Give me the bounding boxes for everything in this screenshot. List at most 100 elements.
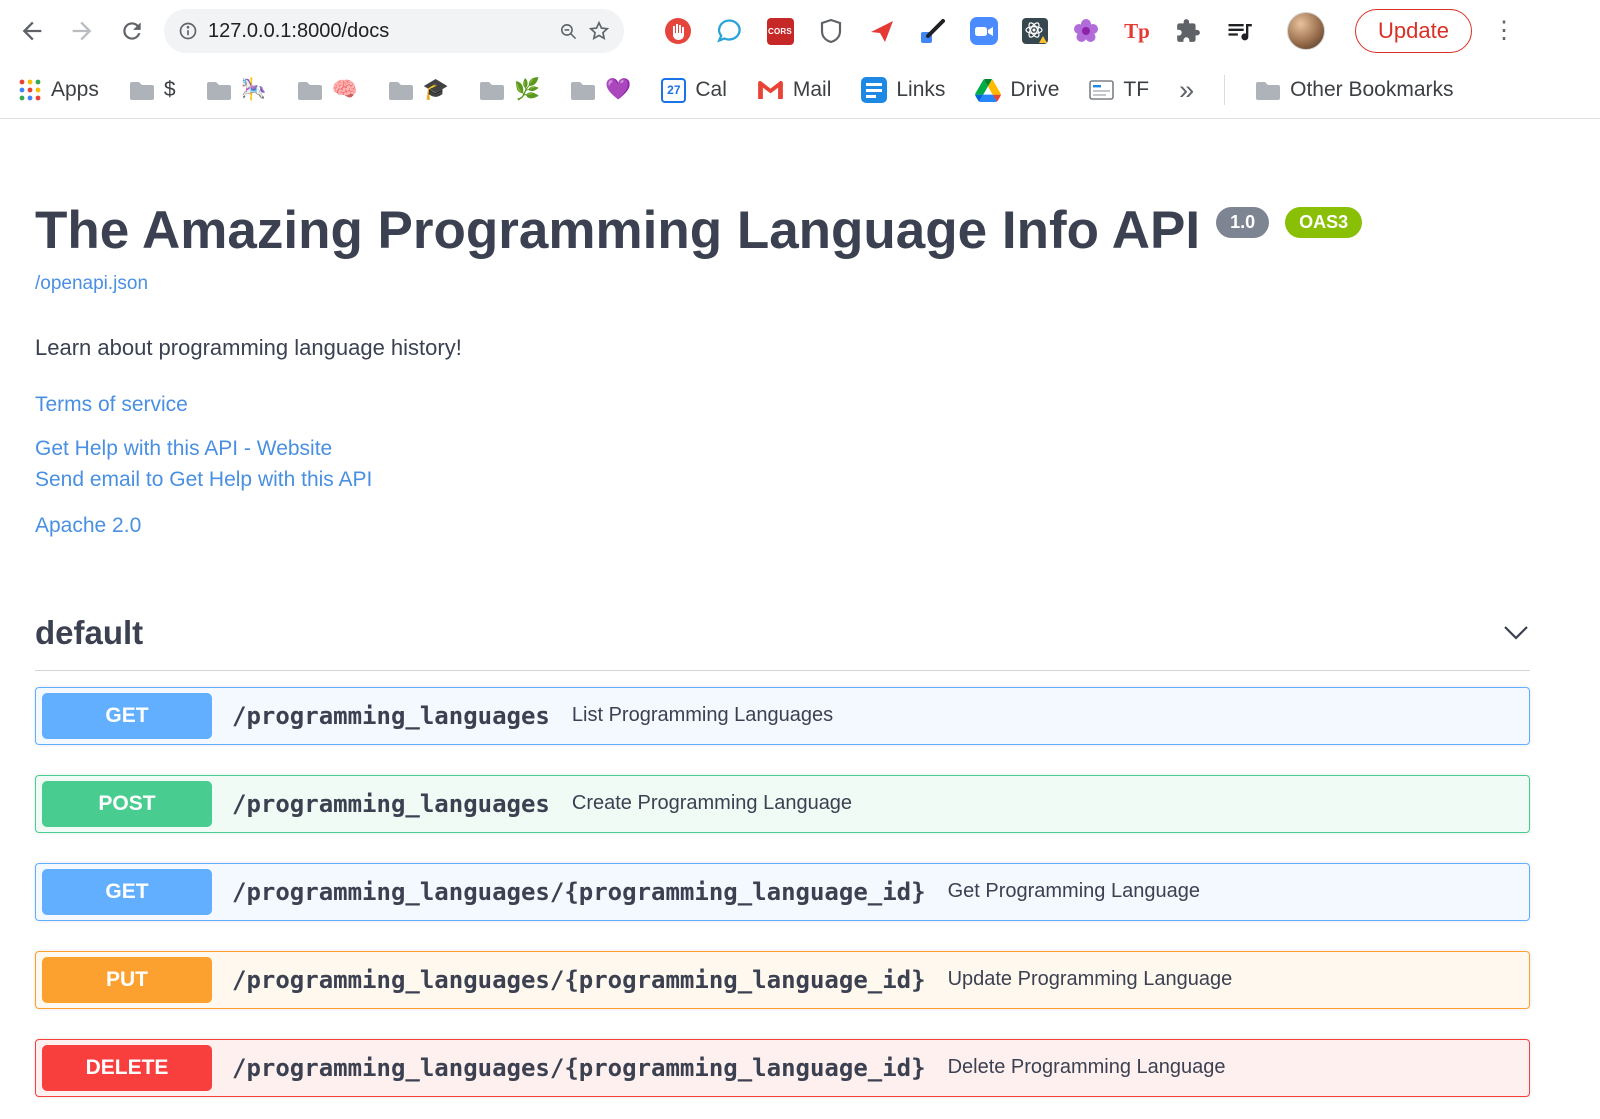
bookmark-label: TF (1123, 78, 1150, 101)
api-description: Learn about programming language history… (35, 334, 462, 360)
site-info-icon[interactable] (178, 21, 198, 41)
page-title: The Amazing Programming Language Info AP… (35, 201, 1201, 260)
bookmark-label: 🎓 (422, 78, 450, 101)
bookmark-label: Mail (792, 78, 832, 101)
profile-avatar[interactable] (1287, 12, 1325, 50)
stop-hand-icon[interactable] (664, 17, 692, 45)
bookmark-label: 🧠 (331, 78, 358, 101)
method-badge: DELETE (42, 1044, 212, 1091)
folder-icon (480, 81, 505, 100)
endpoint-path[interactable]: /programming_languages/{programming_lang… (232, 1054, 926, 1082)
endpoint-row-list[interactable]: GET /programming_languages List Programm… (35, 686, 1530, 745)
endpoint-summary: Get Programming Language (947, 880, 1200, 903)
endpoint-path[interactable]: /programming_languages/{programming_lang… (232, 966, 926, 994)
extensions-puzzle-icon[interactable] (1174, 17, 1202, 45)
endpoint-summary: Update Programming Language (947, 968, 1233, 991)
forward-icon (72, 21, 92, 41)
bookmark-folder-money[interactable]: $ (129, 78, 176, 102)
media-queue-icon[interactable] (1225, 17, 1253, 45)
endpoint-row-get-one[interactable]: GET /programming_languages/{programming_… (35, 862, 1530, 921)
section-title: default (35, 613, 144, 651)
bookmark-mail[interactable]: Mail (757, 78, 832, 102)
bookmark-folder-herb[interactable]: 🌿 (479, 78, 540, 102)
endpoint-summary: Create Programming Language (571, 792, 853, 815)
atom-warning-icon[interactable] (1021, 17, 1049, 45)
folder-icon (1256, 81, 1281, 100)
license-link[interactable]: Apache 2.0 (35, 514, 141, 538)
help-website-link[interactable]: Get Help with this API - Website (35, 437, 332, 461)
tp-label: Tp (1124, 18, 1150, 43)
bookmark-folder-carousel[interactable]: 🎠 (206, 78, 267, 102)
folder-icon (388, 81, 413, 100)
bookmark-label: 💜 (605, 78, 632, 101)
bookmark-tf[interactable]: TF (1089, 78, 1149, 102)
zoom-icon[interactable] (559, 22, 578, 41)
bookmark-folder-school[interactable]: 🎓 (388, 78, 449, 102)
bookmark-folder-heart[interactable]: 💜 (570, 78, 631, 102)
url-text: 127.0.0.1:8000/docs (208, 19, 390, 42)
bookmark-label: Cal (695, 78, 727, 101)
apps-grid-icon (19, 79, 41, 101)
browser-menu-kebab-icon[interactable]: ⋮ (1492, 19, 1516, 43)
bookmark-label: Links (896, 78, 946, 101)
bookmark-label: 🎠 (240, 78, 267, 101)
endpoint-summary: List Programming Languages (571, 704, 834, 727)
bookmark-label: $ (163, 78, 176, 101)
endpoint-path[interactable]: /programming_languages (232, 702, 550, 730)
bookmarks-overflow-chevron[interactable]: » (1179, 75, 1194, 106)
bookmark-apps[interactable]: Apps (18, 78, 99, 102)
purple-flower-icon[interactable] (1072, 17, 1100, 45)
folder-icon (297, 81, 322, 100)
bookmark-label: Drive (1010, 78, 1060, 101)
other-bookmarks[interactable]: Other Bookmarks (1255, 78, 1454, 102)
cors-extension-icon[interactable]: CORS (766, 17, 794, 45)
api-title-row: The Amazing Programming Language Info AP… (35, 203, 1530, 259)
bookmark-label: Apps (51, 78, 99, 101)
update-button[interactable]: Update (1355, 9, 1472, 53)
forward-button[interactable] (64, 13, 100, 49)
tf-doc-icon (1089, 80, 1115, 100)
bookmark-folder-brain[interactable]: 🧠 (297, 78, 358, 102)
zoom-camera-icon[interactable] (970, 17, 998, 45)
links-icon (861, 77, 888, 103)
bookmark-star-icon[interactable] (588, 20, 610, 42)
drive-icon (975, 78, 1002, 102)
folder-icon (129, 81, 154, 100)
shield-icon[interactable] (817, 17, 845, 45)
endpoint-row-update[interactable]: PUT /programming_languages/{programming_… (35, 950, 1530, 1009)
chat-bubble-icon[interactable] (715, 17, 743, 45)
bookmark-links[interactable]: Links (861, 77, 945, 103)
help-email-link[interactable]: Send email to Get Help with this API (35, 468, 372, 492)
collapse-chevron-icon[interactable] (1502, 624, 1530, 642)
refresh-button[interactable] (114, 13, 150, 49)
endpoint-path[interactable]: /programming_languages (232, 790, 550, 818)
refresh-icon (123, 22, 141, 40)
endpoint-row-create[interactable]: POST /programming_languages Create Progr… (35, 774, 1530, 833)
back-button[interactable] (14, 13, 50, 49)
operations-list: GET /programming_languages List Programm… (35, 686, 1530, 1097)
oas3-badge: OAS3 (1285, 207, 1363, 238)
folder-icon (571, 81, 596, 100)
folder-icon (206, 81, 231, 100)
back-icon (22, 21, 42, 41)
terms-of-service-link[interactable]: Terms of service (35, 393, 188, 417)
bookmark-calendar[interactable]: 27 Cal (661, 77, 727, 103)
tampermonkey-icon[interactable]: Tp (1123, 17, 1151, 45)
endpoint-path[interactable]: /programming_languages/{programming_lang… (232, 878, 926, 906)
cors-label: CORS (766, 17, 794, 45)
method-badge: POST (42, 780, 212, 827)
extensions-strip: CORS Tp (664, 17, 1253, 45)
endpoint-row-delete[interactable]: DELETE /programming_languages/{programmi… (35, 1038, 1530, 1097)
calendar-icon: 27 (661, 77, 687, 103)
bookmark-label: 🌿 (514, 78, 541, 101)
default-section-header[interactable]: default (35, 614, 1530, 671)
openapi-json-link[interactable]: /openapi.json (35, 273, 1530, 295)
bookmark-label: Other Bookmarks (1290, 78, 1454, 101)
bookmark-drive[interactable]: Drive (975, 78, 1059, 102)
red-arrow-icon[interactable] (868, 17, 896, 45)
browser-toolbar: 127.0.0.1:8000/docs CORS Tp Update ⋮ (0, 0, 1600, 62)
method-badge: GET (42, 868, 212, 915)
address-bar[interactable]: 127.0.0.1:8000/docs (164, 9, 624, 53)
swagger-page: The Amazing Programming Language Info AP… (0, 203, 1600, 1097)
colorpicker-icon[interactable] (919, 17, 947, 45)
